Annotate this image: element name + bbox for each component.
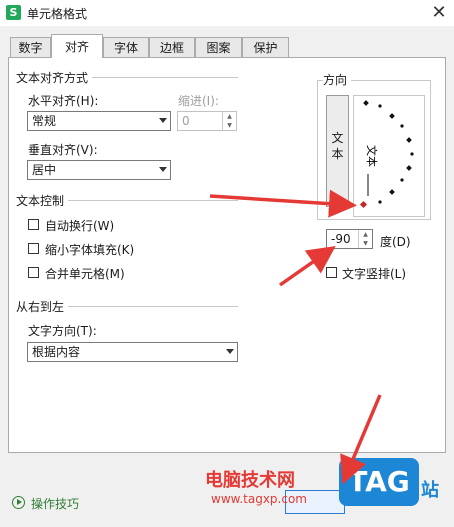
tab-border[interactable]: 边框 bbox=[149, 37, 195, 57]
text-direction-value: 根据内容 bbox=[32, 345, 81, 359]
shrink-to-fit-label: 缩小字体填充(K) bbox=[45, 243, 135, 257]
tab-number[interactable]: 数字 bbox=[10, 37, 51, 57]
degrees-stepper[interactable]: -90 ▲ ▼ bbox=[326, 229, 373, 249]
vertical-stack-checkbox[interactable] bbox=[326, 267, 337, 278]
indent-value: 0 bbox=[182, 114, 190, 128]
horizontal-align-label: 水平对齐(H): bbox=[28, 94, 99, 108]
chevron-down-icon bbox=[226, 349, 234, 354]
window-title: 单元格格式 bbox=[27, 7, 88, 21]
vertical-text-button[interactable]: 文 本 bbox=[326, 95, 349, 207]
shrink-to-fit-checkbox[interactable] bbox=[28, 243, 39, 254]
close-button[interactable]: ✕ bbox=[424, 0, 454, 26]
indent-label: 缩进(I): bbox=[178, 94, 219, 108]
merge-cells-label: 合并单元格(M) bbox=[45, 267, 125, 281]
tab-protection[interactable]: 保护 bbox=[242, 37, 289, 57]
watermark-text: 电脑技术网 bbox=[205, 470, 295, 491]
vertical-align-select[interactable]: 居中 bbox=[27, 160, 171, 180]
text-direction-label: 文字方向(T): bbox=[28, 324, 97, 338]
rtl-group-label: 从右到左 bbox=[16, 298, 69, 315]
watermark-url: www.tagxp.com bbox=[211, 492, 307, 506]
play-icon[interactable] bbox=[12, 496, 25, 509]
orientation-dial-graphic: 文本 bbox=[359, 100, 414, 209]
degrees-label: 度(D) bbox=[380, 235, 411, 249]
tab-font[interactable]: 字体 bbox=[103, 37, 149, 57]
wrap-text-label: 自动换行(W) bbox=[45, 219, 115, 233]
tab-pattern[interactable]: 图案 bbox=[195, 37, 242, 57]
tips-link[interactable]: 操作技巧 bbox=[31, 495, 79, 512]
text-direction-select[interactable]: 根据内容 bbox=[27, 342, 238, 362]
vertical-text-chars: 文 本 bbox=[331, 131, 344, 161]
orientation-dial[interactable]: 文本 bbox=[353, 95, 425, 217]
horizontal-align-value: 常规 bbox=[32, 114, 57, 128]
dial-text: 文本 bbox=[365, 145, 379, 167]
vertical-align-label: 垂直对齐(V): bbox=[28, 143, 98, 157]
degrees-value: -90 bbox=[331, 232, 351, 246]
orientation-group-label: 方向 bbox=[323, 71, 352, 88]
tag-logo: TAG bbox=[339, 458, 419, 506]
horizontal-align-select[interactable]: 常规 bbox=[27, 111, 171, 131]
chevron-down-icon bbox=[159, 167, 167, 172]
stepper-arrows-icon: ▲ ▼ bbox=[222, 112, 236, 130]
stepper-arrows-icon: ▲ ▼ bbox=[358, 230, 372, 248]
vertical-stack-label: 文字竖排(L) bbox=[342, 267, 407, 281]
indent-stepper[interactable]: 0 ▲ ▼ bbox=[177, 111, 237, 131]
tag-site-text: 站 bbox=[421, 480, 439, 501]
merge-cells-checkbox[interactable] bbox=[28, 267, 39, 278]
alignment-group-label: 文本对齐方式 bbox=[16, 69, 93, 86]
chevron-down-icon bbox=[159, 118, 167, 123]
vertical-align-value: 居中 bbox=[32, 163, 57, 177]
app-icon: S bbox=[6, 5, 21, 20]
wrap-text-checkbox[interactable] bbox=[28, 219, 39, 230]
tab-alignment[interactable]: 对齐 bbox=[51, 34, 103, 58]
text-control-group-label: 文本控制 bbox=[16, 192, 69, 209]
